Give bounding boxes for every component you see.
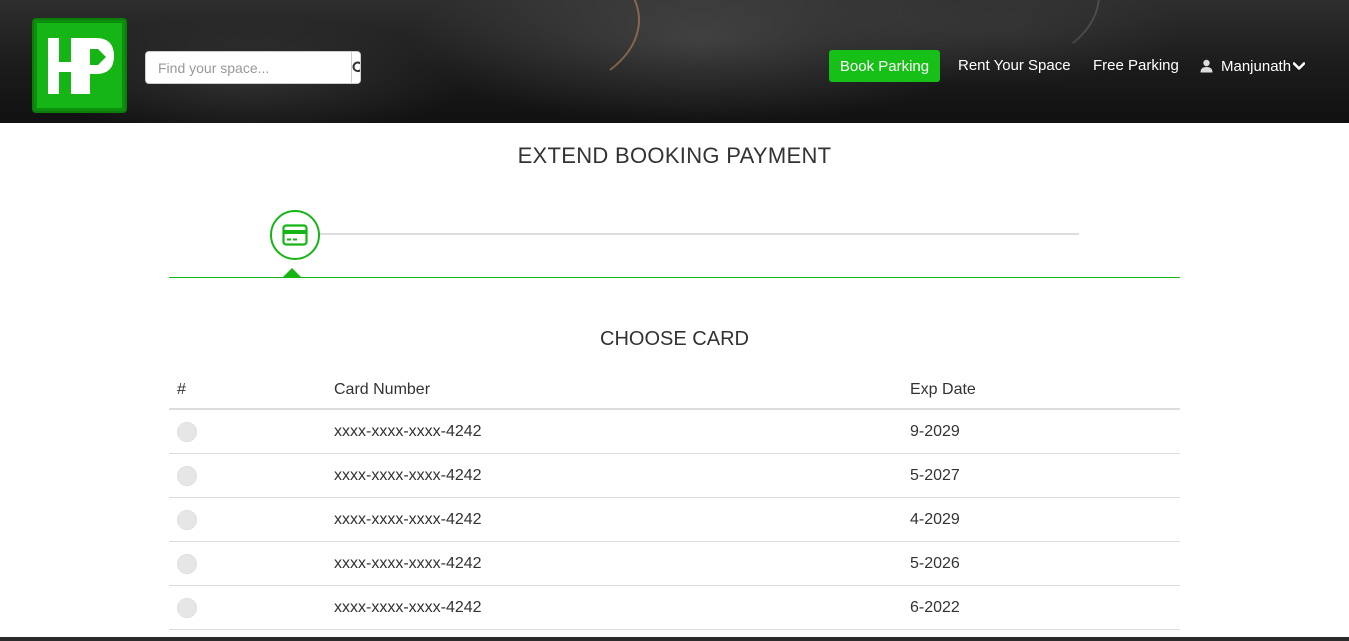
step-pointer (283, 268, 301, 277)
footer-edge (0, 637, 1349, 641)
search-input[interactable] (146, 52, 351, 83)
card-radio[interactable] (177, 598, 197, 618)
exp-date: 5-2027 (910, 467, 960, 484)
column-header-card-number: Card Number (334, 381, 431, 398)
card-radio[interactable] (177, 422, 197, 442)
page-title: EXTEND BOOKING PAYMENT (517, 143, 832, 168)
exp-date: 6-2022 (910, 599, 960, 616)
card-number: xxxx-xxxx-xxxx-4242 (334, 555, 482, 572)
search-icon (352, 61, 360, 72)
card-radio[interactable] (177, 510, 197, 530)
card-number: xxxx-xxxx-xxxx-4242 (334, 423, 482, 440)
user-name: Manjunath (1221, 57, 1292, 75)
book-parking-button[interactable]: Book Parking (829, 50, 940, 82)
table-row[interactable]: xxxx-xxxx-xxxx-4242 9-2029 (169, 410, 1180, 454)
logo[interactable] (32, 18, 127, 113)
exp-date: 4-2029 (910, 511, 960, 528)
search-button[interactable] (351, 52, 360, 83)
step-payment (270, 210, 320, 260)
card-table: # Card Number Exp Date xxxx-xxxx-xxxx-42… (169, 368, 1180, 630)
background-decoration (380, 0, 640, 100)
table-row[interactable]: xxxx-xxxx-xxxx-4242 5-2027 (169, 454, 1180, 498)
stepper-track (318, 233, 1079, 235)
section-title: CHOOSE CARD (600, 328, 749, 350)
exp-date: 5-2026 (910, 555, 960, 572)
card-radio[interactable] (177, 466, 197, 486)
user-icon (1200, 59, 1213, 73)
free-parking-link[interactable]: Free Parking (1093, 50, 1179, 82)
user-menu[interactable]: Manjunath (1200, 50, 1306, 82)
logo-hp-icon (48, 38, 114, 94)
table-row[interactable]: xxxx-xxxx-xxxx-4242 5-2026 (169, 542, 1180, 586)
card-number: xxxx-xxxx-xxxx-4242 (334, 599, 482, 616)
rent-your-space-link[interactable]: Rent Your Space (958, 50, 1071, 82)
exp-date: 9-2029 (910, 423, 960, 440)
table-row[interactable]: xxxx-xxxx-xxxx-4242 6-2022 (169, 586, 1180, 630)
card-radio[interactable] (177, 554, 197, 574)
card-number: xxxx-xxxx-xxxx-4242 (334, 467, 482, 484)
search-bar (145, 51, 361, 84)
card-number: xxxx-xxxx-xxxx-4242 (334, 511, 482, 528)
table-row[interactable]: xxxx-xxxx-xxxx-4242 4-2029 (169, 498, 1180, 542)
credit-card-icon (282, 224, 308, 246)
step-underline (169, 277, 1180, 278)
header-bar: Book Parking Rent Your Space Free Parkin… (0, 0, 1349, 123)
table-header: # Card Number Exp Date (169, 368, 1180, 410)
chevron-down-icon (1293, 61, 1306, 71)
column-header-exp-date: Exp Date (910, 381, 976, 398)
column-header-index: # (177, 381, 186, 398)
